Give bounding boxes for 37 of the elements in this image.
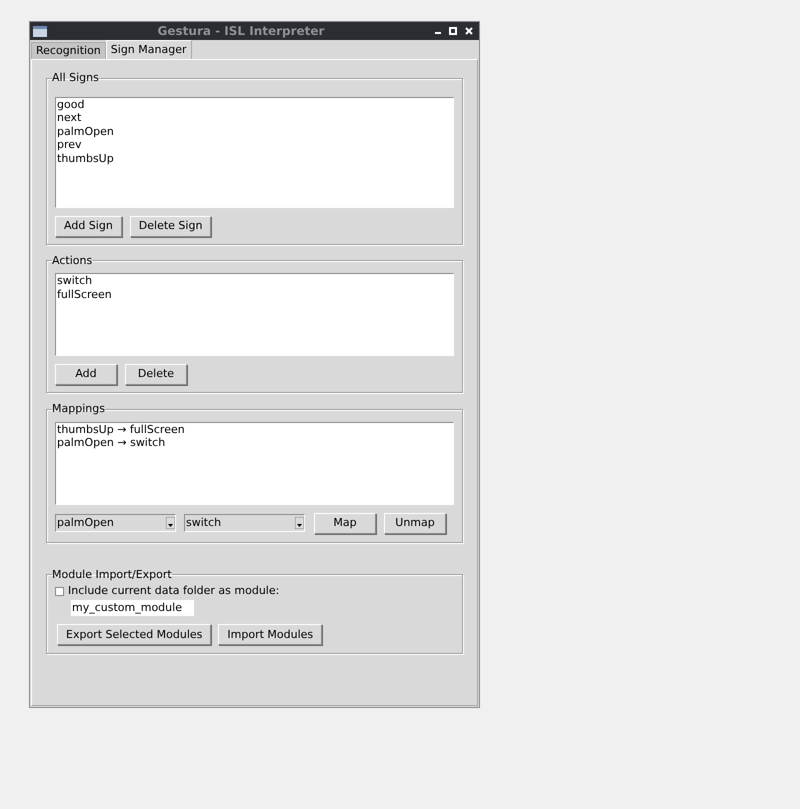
- push-button[interactable]: Import Modules: [218, 624, 322, 646]
- dropdown[interactable]: palmOpen: [55, 514, 176, 532]
- window-icon: [33, 26, 47, 36]
- list-item[interactable]: good: [56, 98, 453, 111]
- list-item[interactable]: switch: [56, 274, 453, 288]
- list-item[interactable]: fullScreen: [56, 288, 453, 301]
- dropdown-value: switch: [186, 514, 222, 531]
- caret-icon[interactable]: [295, 517, 304, 529]
- push-button[interactable]: Add Sign: [55, 216, 122, 236]
- list-item[interactable]: prev: [56, 138, 453, 152]
- list-item[interactable]: thumbsUp: [56, 152, 453, 165]
- tab[interactable]: Sign Manager: [106, 40, 192, 59]
- dropdown[interactable]: switch: [184, 514, 305, 532]
- list-item[interactable]: next: [56, 111, 453, 124]
- group-title: All Signs: [52, 70, 99, 86]
- module-name-field[interactable]: my_custom_module: [71, 600, 194, 616]
- close-icon[interactable]: [465, 27, 473, 35]
- group-title: Module Import/Export: [52, 566, 172, 582]
- push-button[interactable]: Export Selected Modules: [57, 624, 212, 646]
- tab[interactable]: Recognition: [31, 42, 106, 59]
- push-button[interactable]: Unmap: [384, 512, 446, 534]
- list-item[interactable]: palmOpen: [56, 124, 453, 138]
- push-button[interactable]: Delete: [125, 364, 187, 385]
- checkbox[interactable]: [55, 586, 64, 596]
- list-item[interactable]: thumbsUp → fullScreen: [56, 422, 453, 436]
- dropdown-value: palmOpen: [57, 514, 114, 531]
- push-button[interactable]: Delete Sign: [130, 216, 212, 236]
- list-item[interactable]: palmOpen → switch: [56, 436, 453, 450]
- window-title: Gestura - ISL Interpreter: [156, 23, 326, 40]
- group-title: Actions: [52, 252, 92, 268]
- push-button[interactable]: Map: [314, 512, 376, 534]
- checkbox-label: Include current data folder as module:: [68, 582, 280, 599]
- group-title: Mappings: [52, 401, 105, 417]
- maximize-icon[interactable]: [449, 27, 457, 35]
- caret-icon[interactable]: [166, 517, 175, 529]
- push-button[interactable]: Add: [55, 364, 117, 385]
- checkbox-row[interactable]: Include current data folder as module:: [55, 583, 454, 599]
